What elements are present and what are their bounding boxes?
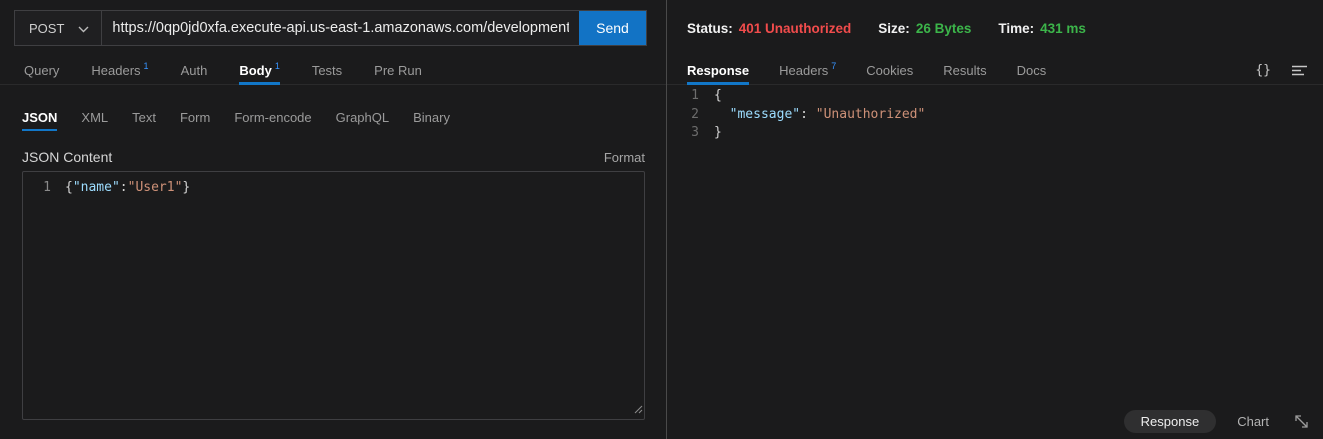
request-body-editor[interactable]: 1 {"name":"User1"} [22, 171, 645, 420]
response-code: "message": "Unauthorized" [714, 106, 925, 125]
tab-label: Query [24, 63, 59, 78]
line-number: 1 [667, 87, 699, 106]
http-method-value: POST [29, 21, 64, 36]
response-toolbar-icons: {} [1255, 56, 1309, 84]
tab-headers[interactable]: Headers 1 [91, 56, 148, 84]
url-input[interactable] [102, 11, 579, 45]
size-label: Size: [878, 21, 910, 37]
body-tab-binary[interactable]: Binary [413, 104, 450, 131]
api-client-window: POST Send Query Headers1 Auth Body1 T [0, 0, 1323, 439]
tab-response[interactable]: Response [687, 56, 749, 84]
status-label: Status: [687, 21, 733, 37]
body-tab-xml[interactable]: XML [81, 104, 108, 131]
tab-tests[interactable]: Tests [312, 56, 342, 84]
json-content-header: JSON Content Format [22, 147, 645, 167]
body-tab-text[interactable]: Text [132, 104, 156, 131]
response-view-toggle: Response Chart [1124, 408, 1311, 434]
tab-label: Auth [181, 63, 208, 78]
request-panel: POST Send Query Headers1 Auth Body1 T [0, 0, 666, 439]
resize-handle-icon[interactable] [632, 403, 643, 418]
tab-label: Headers [91, 63, 140, 78]
line-number: 3 [667, 124, 699, 143]
url-bar: POST Send [14, 10, 647, 46]
tab-results[interactable]: Results [943, 56, 986, 84]
size-value: 26 Bytes [916, 21, 972, 37]
body-tab-form[interactable]: Form [180, 104, 210, 131]
json-content-title: JSON Content [22, 149, 112, 165]
raw-json-toggle-icon[interactable]: {} [1255, 63, 1271, 78]
tab-label: Results [943, 63, 986, 78]
response-line: 2 "message": "Unauthorized" [667, 106, 1323, 125]
format-button[interactable]: Format [604, 150, 645, 165]
view-response-button[interactable]: Response [1124, 410, 1217, 433]
response-line: 1 { [667, 87, 1323, 106]
tab-docs[interactable]: Docs [1017, 56, 1047, 84]
tab-label: Cookies [866, 63, 913, 78]
response-line: 3 } [667, 124, 1323, 143]
word-wrap-icon[interactable] [1291, 64, 1309, 77]
tab-label: Pre Run [374, 63, 422, 78]
response-headers-count-badge: 7 [831, 61, 836, 71]
tab-label: Headers [779, 63, 828, 78]
tab-auth[interactable]: Auth [181, 56, 208, 84]
response-tabs: Response Headers7 Cookies Results Docs {… [667, 56, 1323, 85]
tab-response-headers[interactable]: Headers7 [779, 56, 836, 84]
body-type-tabs: JSON XML Text Form Form-encode GraphQL B… [22, 104, 474, 131]
line-number: 2 [667, 106, 699, 125]
chevron-down-icon [78, 26, 89, 33]
body-count-badge: 1 [275, 61, 280, 71]
headers-count-badge: 1 [144, 61, 149, 71]
http-method-select[interactable]: POST [15, 11, 102, 45]
expand-icon[interactable] [1292, 412, 1311, 431]
status-code: Status: 401 Unauthorized [687, 21, 851, 37]
tab-label: Docs [1017, 63, 1047, 78]
view-chart-button[interactable]: Chart [1237, 414, 1269, 429]
editor-code: {"name":"User1"} [65, 179, 190, 197]
response-status-row: Status: 401 Unauthorized Size: 26 Bytes … [687, 21, 1086, 37]
request-tabs: Query Headers1 Auth Body1 Tests Pre Run [0, 56, 666, 85]
response-size: Size: 26 Bytes [878, 21, 971, 37]
time-value: 431 ms [1040, 21, 1086, 37]
tab-label: Body [239, 63, 272, 78]
tab-label: Tests [312, 63, 342, 78]
send-button[interactable]: Send [579, 11, 646, 45]
tab-query[interactable]: Query [24, 56, 59, 84]
response-panel: Status: 401 Unauthorized Size: 26 Bytes … [667, 0, 1323, 439]
status-value: 401 Unauthorized [739, 21, 852, 37]
tab-body[interactable]: Body1 [239, 56, 280, 84]
tab-pre-run[interactable]: Pre Run [374, 56, 422, 84]
body-tab-form-encode[interactable]: Form-encode [234, 104, 311, 131]
line-number: 1 [23, 179, 51, 197]
tab-cookies[interactable]: Cookies [866, 56, 913, 84]
body-tab-json[interactable]: JSON [22, 104, 57, 131]
response-time: Time: 431 ms [998, 21, 1086, 37]
body-tab-graphql[interactable]: GraphQL [336, 104, 389, 131]
editor-line: 1 {"name":"User1"} [23, 172, 644, 197]
response-body-viewer[interactable]: 1 { 2 "message": "Unauthorized" 3 } [667, 87, 1323, 143]
tab-label: Response [687, 63, 749, 78]
time-label: Time: [998, 21, 1034, 37]
